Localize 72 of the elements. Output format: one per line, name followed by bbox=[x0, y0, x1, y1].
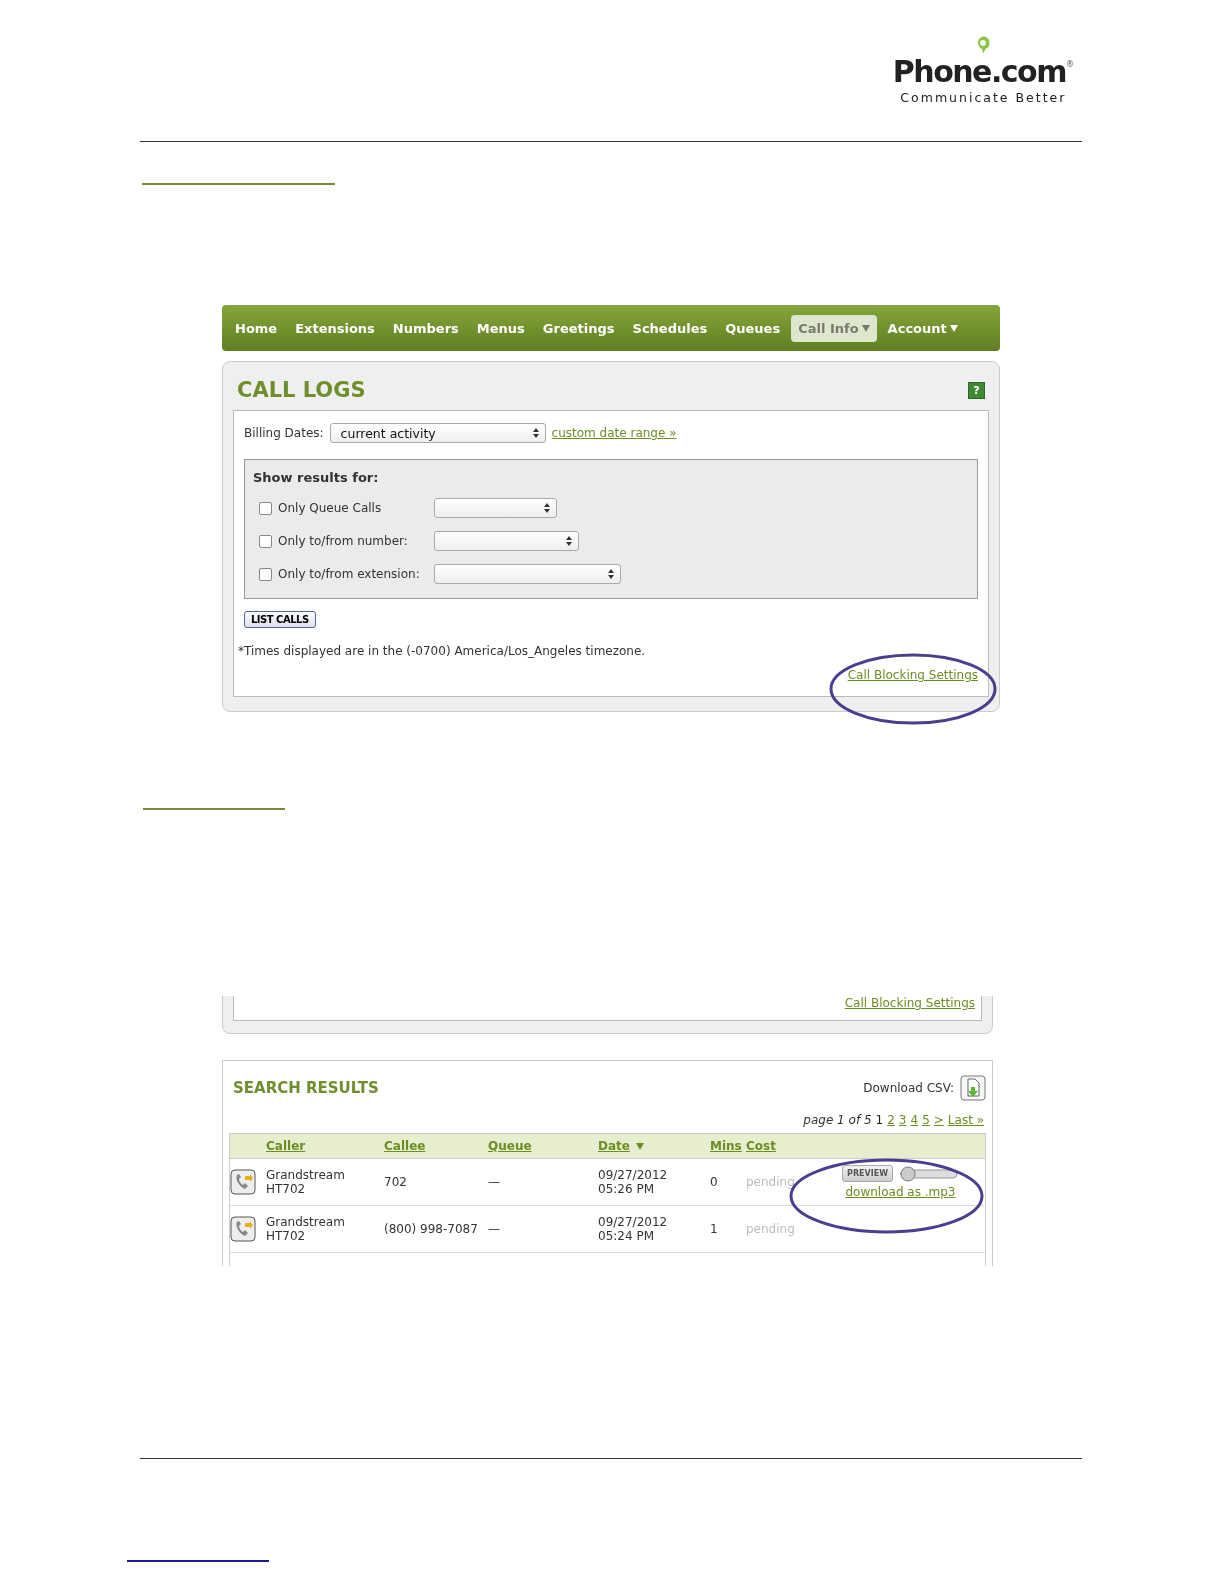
column-header[interactable]: Mins bbox=[710, 1139, 742, 1153]
table-cell-text: — bbox=[488, 1222, 501, 1236]
phone-icon bbox=[230, 1216, 256, 1242]
nav-tab[interactable]: Extensions bbox=[288, 314, 382, 342]
filter-select[interactable] bbox=[434, 564, 621, 584]
nav-tab[interactable]: Home bbox=[228, 314, 285, 342]
nav-tab[interactable]: Schedules bbox=[625, 314, 715, 342]
checkbox[interactable] bbox=[259, 534, 272, 548]
checkbox-label: Only Queue Calls bbox=[278, 501, 383, 515]
nav-tab[interactable]: Menus bbox=[469, 314, 532, 342]
filter-heading: Show results for: bbox=[253, 470, 380, 485]
filter-select[interactable] bbox=[434, 531, 579, 551]
call-blocking-link[interactable]: Call Blocking Settings bbox=[847, 668, 978, 682]
table-cell-text: 702 bbox=[384, 1175, 408, 1189]
page-link[interactable]: 2 bbox=[887, 1113, 895, 1127]
nav-tab[interactable]: Account bbox=[880, 314, 965, 342]
table-cell-text: — bbox=[488, 1175, 501, 1189]
field-label: Billing Dates: bbox=[244, 426, 324, 440]
table-cell-text: 09/27/2012 05:24 PM bbox=[598, 1215, 669, 1243]
nav-tab[interactable]: Greetings bbox=[535, 314, 622, 342]
table-cell-text: (800) 998-7087 bbox=[384, 1222, 479, 1236]
download-file-icon[interactable] bbox=[960, 1075, 986, 1101]
panel-title: SEARCH RESULTS bbox=[233, 1079, 379, 1097]
table-cell-text: Grandstream HT702 bbox=[266, 1168, 346, 1196]
column-header[interactable]: Date bbox=[598, 1139, 644, 1153]
caret-icon bbox=[861, 324, 870, 332]
column-header[interactable]: Caller bbox=[266, 1139, 306, 1153]
table-cell-text: pending bbox=[746, 1175, 796, 1189]
table-cell-text: 0 bbox=[710, 1175, 719, 1189]
call-blocking-link[interactable]: Call Blocking Settings bbox=[844, 996, 975, 1010]
panel-title: CALL LOGS bbox=[237, 378, 366, 402]
checkbox-label: Only to/from extension: bbox=[278, 567, 421, 581]
checkbox[interactable] bbox=[259, 567, 272, 581]
page-link[interactable]: 3 bbox=[898, 1113, 907, 1127]
filter-select[interactable] bbox=[434, 498, 557, 518]
custom-date-range-link[interactable]: custom date range » bbox=[551, 426, 677, 440]
timezone-note: *Times displayed are in the (-0700) America/Los_Angeles timezone. bbox=[238, 644, 647, 658]
page-link[interactable]: > bbox=[933, 1113, 944, 1127]
logo-wordmark: Phone.com bbox=[892, 56, 1066, 88]
list-calls-button[interactable]: LIST CALLS bbox=[244, 611, 316, 628]
page-link[interactable]: 5 bbox=[922, 1113, 930, 1127]
checkbox-label: Only to/from number: bbox=[278, 534, 409, 548]
download-csv-label: Download CSV: bbox=[863, 1081, 954, 1095]
billing-dates-select[interactable]: current activity bbox=[329, 423, 546, 443]
table-cell-text: pending bbox=[746, 1222, 796, 1236]
select-arrows-icon bbox=[532, 428, 539, 438]
nav-tab[interactable]: Numbers bbox=[385, 314, 466, 342]
page-link[interactable]: 1 bbox=[875, 1113, 884, 1127]
select-arrows-icon bbox=[608, 569, 614, 579]
logo-tagline: Communicate Better bbox=[900, 90, 1067, 105]
page-summary: page 1 of 5 bbox=[803, 1113, 872, 1127]
caret-icon bbox=[949, 324, 958, 332]
table-cell-text: Grandstream HT702 bbox=[266, 1215, 346, 1243]
help-button[interactable]: ? bbox=[968, 381, 985, 399]
audio-slider[interactable] bbox=[898, 1165, 959, 1182]
download-mp3-link[interactable]: download as .mp3 bbox=[845, 1185, 956, 1199]
column-header[interactable]: Cost bbox=[746, 1139, 776, 1153]
select-arrows-icon bbox=[544, 503, 550, 513]
phone-icon bbox=[230, 1169, 256, 1195]
page-link[interactable]: Last » bbox=[947, 1113, 984, 1127]
nav-tab[interactable]: Call Info bbox=[791, 314, 877, 342]
preview-button[interactable]: PREVIEW bbox=[842, 1165, 893, 1182]
table-cell-text: 1 bbox=[710, 1222, 719, 1236]
checkbox[interactable] bbox=[259, 501, 272, 515]
select-arrows-icon bbox=[566, 536, 572, 546]
nav-tab[interactable]: Queues bbox=[718, 314, 788, 342]
table-cell-text: 09/27/2012 05:26 PM bbox=[598, 1168, 669, 1196]
column-header[interactable]: Callee bbox=[384, 1139, 426, 1153]
page-link[interactable]: 4 bbox=[910, 1113, 919, 1127]
registered-mark: ® bbox=[1066, 60, 1074, 69]
caret-icon bbox=[635, 1142, 644, 1150]
column-header[interactable]: Queue bbox=[488, 1139, 532, 1153]
